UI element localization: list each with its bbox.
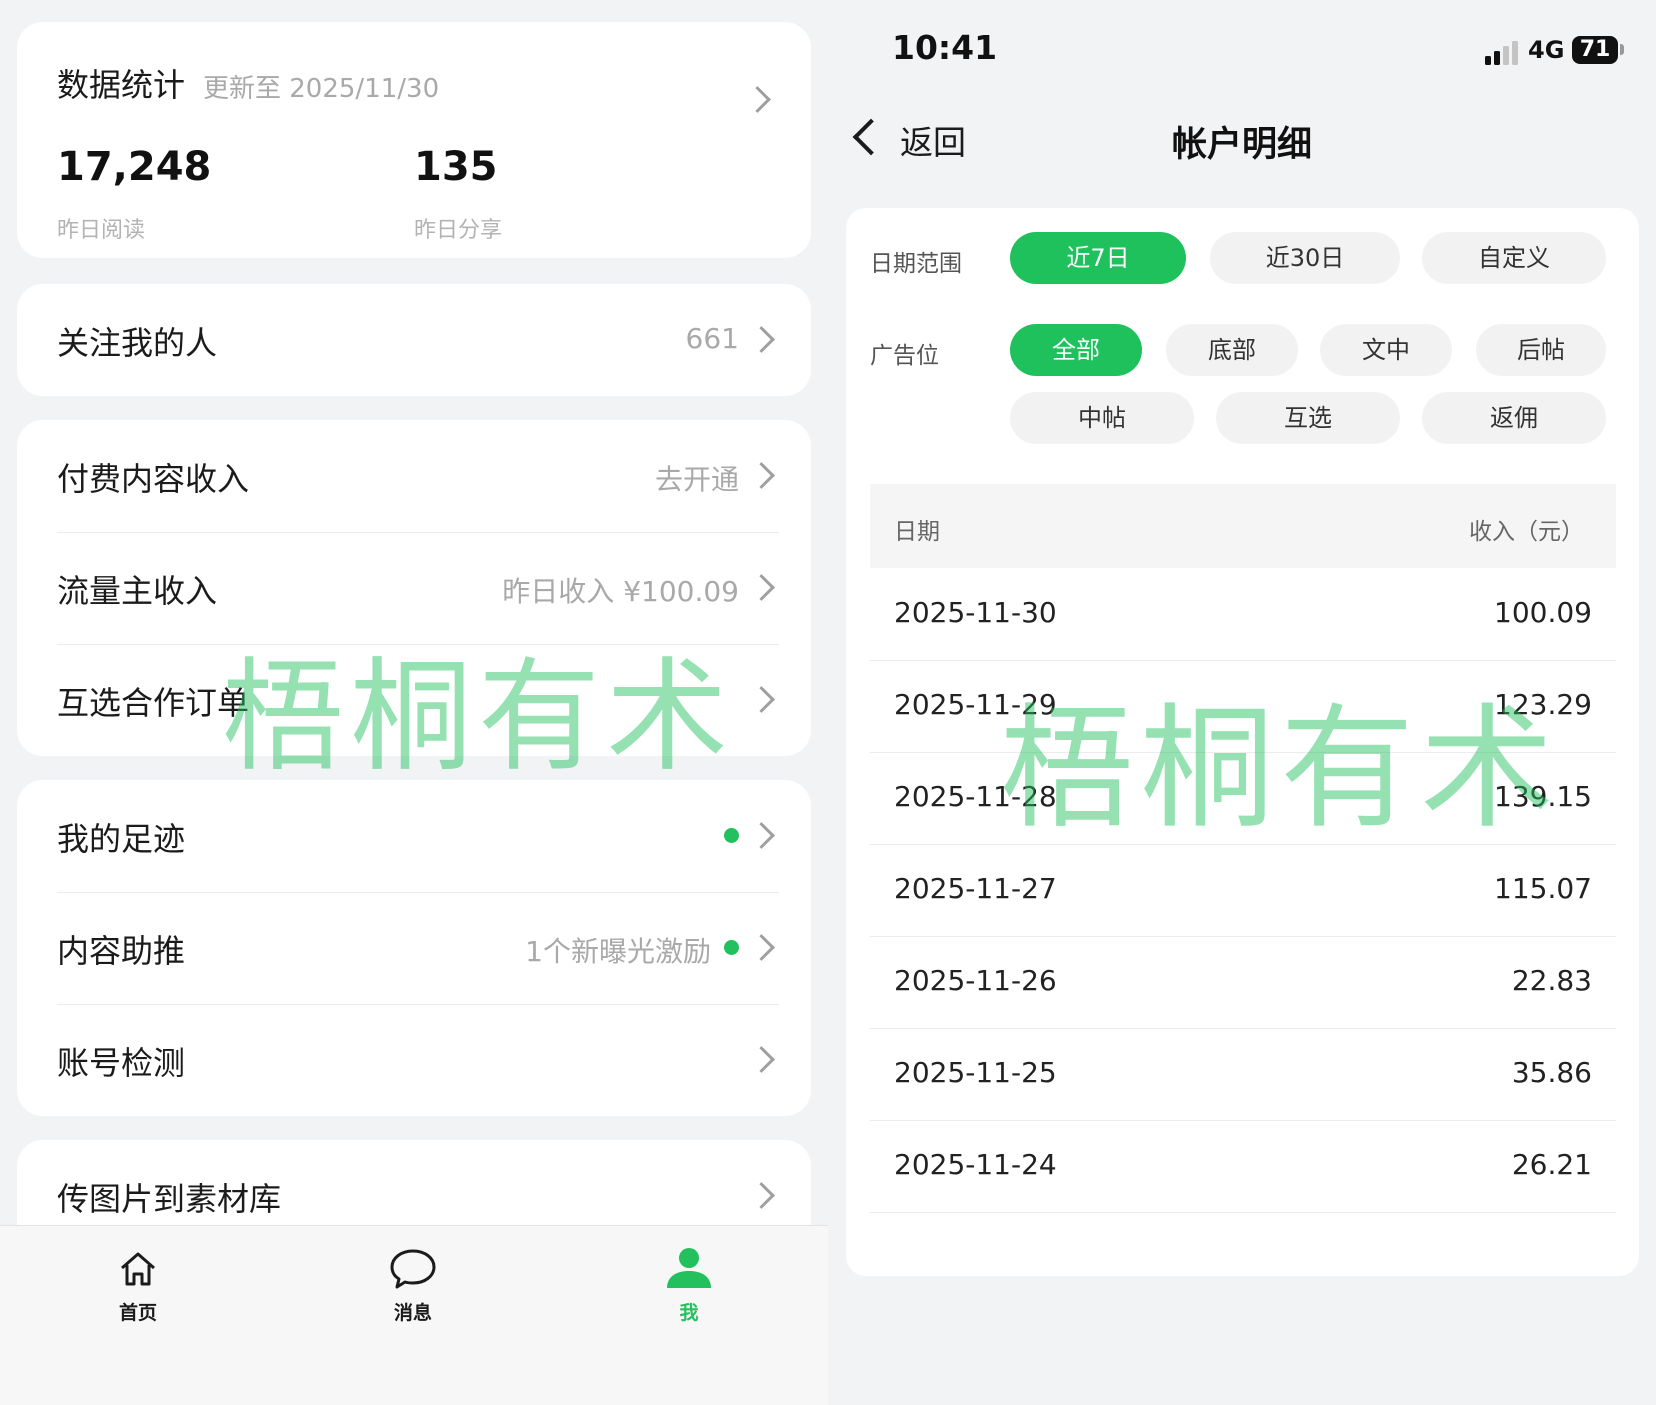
ad-option-in-text[interactable]: 文中 (1320, 324, 1452, 376)
row-date: 2025-11-28 (894, 780, 1057, 813)
column-header-date: 日期 (894, 519, 940, 545)
chevron-right-icon (748, 462, 775, 489)
tab-me[interactable]: 我 (629, 1246, 749, 1325)
chevron-right-icon (748, 822, 775, 849)
row-date: 2025-11-27 (894, 872, 1057, 905)
chevron-right-icon (748, 1182, 775, 1209)
signal-icon (1485, 41, 1518, 65)
row-label: 关注我的人 (57, 324, 218, 362)
profile-screen: 数据统计 更新至 2025/11/30 17,248 昨日阅读 135 昨日分享… (0, 0, 828, 1405)
row-value: 1个新曝光激励 (525, 935, 711, 968)
row-label: 付费内容收入 (57, 460, 250, 498)
row-label: 账号检测 (57, 1044, 186, 1082)
stat-value-shares: 135 (414, 144, 498, 190)
tab-messages[interactable]: 消息 (353, 1246, 473, 1325)
list-item-content-boost[interactable]: 内容助推 1个新曝光激励 (17, 892, 811, 1004)
followers-row[interactable]: 关注我的人 661 (17, 284, 811, 396)
ad-option-mid-post[interactable]: 中帖 (1010, 392, 1194, 444)
row-label: 传图片到素材库 (57, 1180, 282, 1218)
stats-title: 数据统计 (57, 66, 186, 104)
row-label: 流量主收入 (57, 572, 218, 610)
row-amount: 100.09 (1494, 596, 1592, 629)
row-date: 2025-11-26 (894, 964, 1057, 997)
stats-updated: 更新至 2025/11/30 (203, 74, 440, 104)
account-details-screen: 10:41 4G 71 返回 帐户明细 日期范围 近7日 近30日 自定义 广告… (828, 0, 1656, 1405)
row-amount: 22.83 (1511, 964, 1592, 997)
table-row: 2025-11-28 139.15 (870, 752, 1616, 845)
new-badge-dot (724, 828, 739, 843)
chevron-right-icon (748, 934, 775, 961)
table-row: 2025-11-26 22.83 (870, 936, 1616, 1029)
ad-option-mutual-select[interactable]: 互选 (1216, 392, 1400, 444)
network-type: 4G (1528, 36, 1565, 64)
chevron-right-icon (744, 86, 771, 113)
column-header-income: 收入（元） (1469, 519, 1584, 545)
date-option-7d[interactable]: 近7日 (1010, 232, 1186, 284)
stat-value-reads: 17,248 (57, 144, 212, 190)
stat-label-shares: 昨日分享 (414, 218, 503, 243)
ad-slot-label: 广告位 (870, 343, 939, 369)
row-date: 2025-11-29 (894, 688, 1057, 721)
ad-option-bottom[interactable]: 底部 (1166, 324, 1298, 376)
table-header: 日期 收入（元） (870, 484, 1616, 568)
date-option-custom[interactable]: 自定义 (1422, 232, 1606, 284)
list-item-cooperation-orders[interactable]: 互选合作订单 (17, 644, 811, 756)
row-label: 我的足迹 (57, 820, 186, 858)
details-panel: 日期范围 近7日 近30日 自定义 广告位 全部 底部 文中 后帖 中帖 互选 … (846, 208, 1639, 1276)
battery-icon: 71 (1572, 36, 1618, 64)
new-badge-dot (724, 940, 739, 955)
tab-label: 首页 (118, 1302, 157, 1324)
row-amount: 139.15 (1494, 780, 1592, 813)
followers-card[interactable]: 关注我的人 661 (17, 284, 811, 396)
date-range-label: 日期范围 (870, 251, 962, 277)
chevron-right-icon (748, 1046, 775, 1073)
row-amount: 123.29 (1494, 688, 1592, 721)
row-date: 2025-11-25 (894, 1056, 1057, 1089)
chevron-right-icon (748, 686, 775, 713)
list-item-paid-content[interactable]: 付费内容收入 去开通 (17, 420, 811, 532)
ad-option-commission[interactable]: 返佣 (1422, 392, 1606, 444)
table-row: 2025-11-29 123.29 (870, 660, 1616, 753)
tab-home[interactable]: 首页 (78, 1246, 198, 1325)
date-option-30d[interactable]: 近30日 (1210, 232, 1400, 284)
table-row: 2025-11-30 100.09 (870, 568, 1616, 661)
message-icon (390, 1249, 436, 1289)
battery-cap (1620, 44, 1624, 55)
row-date: 2025-11-30 (894, 596, 1057, 629)
row-amount: 26.21 (1511, 1148, 1592, 1181)
row-amount: 35.86 (1511, 1056, 1592, 1089)
row-value: 昨日收入 ¥100.09 (502, 575, 739, 608)
chevron-right-icon (748, 326, 775, 353)
list-item-account-check[interactable]: 账号检测 (17, 1004, 811, 1116)
row-amount: 115.07 (1494, 872, 1592, 905)
ad-option-all[interactable]: 全部 (1010, 324, 1142, 376)
table-row: 2025-11-27 115.07 (870, 844, 1616, 937)
followers-count: 661 (685, 322, 739, 355)
tab-label: 消息 (393, 1302, 432, 1324)
ad-option-after-post[interactable]: 后帖 (1476, 324, 1606, 376)
table-row: 2025-11-24 26.21 (870, 1120, 1616, 1213)
row-label: 互选合作订单 (57, 684, 250, 722)
table-row: 2025-11-25 35.86 (870, 1028, 1616, 1121)
status-time: 10:41 (892, 28, 998, 67)
row-value: 去开通 (654, 463, 739, 496)
home-icon (121, 1252, 155, 1286)
stats-card[interactable]: 数据统计 更新至 2025/11/30 17,248 昨日阅读 135 昨日分享 (17, 22, 811, 258)
tools-card: 我的足迹 内容助推 1个新曝光激励 账号检测 (17, 780, 811, 1116)
page-title: 帐户明细 (1171, 125, 1312, 165)
list-item-traffic-income[interactable]: 流量主收入 昨日收入 ¥100.09 (17, 532, 811, 644)
user-icon (667, 1248, 711, 1288)
tab-bar: 首页 消息 我 (0, 1225, 828, 1405)
income-card: 付费内容收入 去开通 流量主收入 昨日收入 ¥100.09 互选合作订单 (17, 420, 811, 756)
row-label: 内容助推 (57, 932, 186, 970)
row-date: 2025-11-24 (894, 1148, 1057, 1181)
list-item-footprint[interactable]: 我的足迹 (17, 780, 811, 892)
chevron-right-icon (748, 574, 775, 601)
stat-label-reads: 昨日阅读 (57, 218, 146, 243)
tab-label: 我 (679, 1302, 699, 1324)
